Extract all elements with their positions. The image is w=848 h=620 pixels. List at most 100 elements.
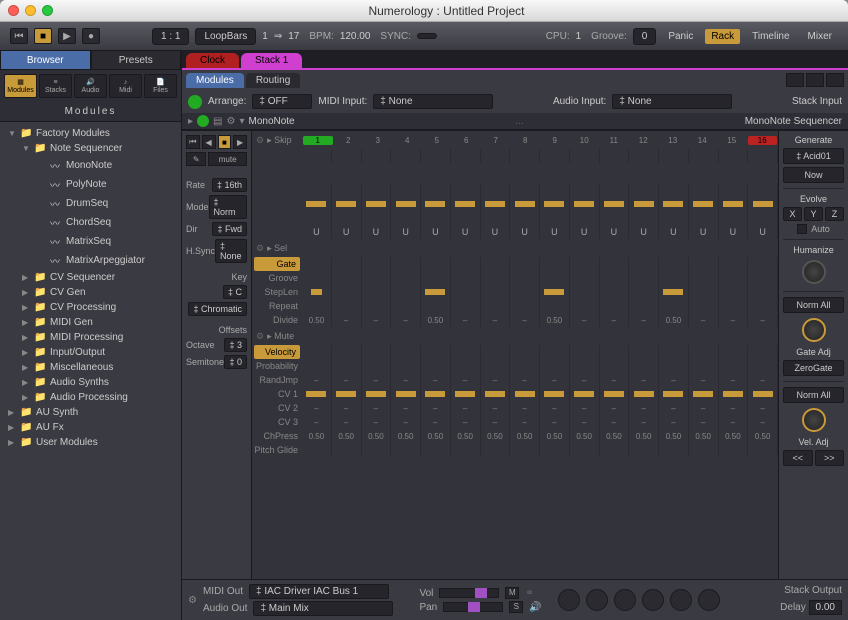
audio-out-select[interactable]: ‡ Main Mix <box>253 601 393 616</box>
sidebar-tab-browser[interactable]: Browser <box>0 50 91 70</box>
step-cell[interactable]: – <box>689 313 719 327</box>
step-cell[interactable]: – <box>659 373 689 387</box>
step-cell[interactable] <box>451 359 481 373</box>
step-cell[interactable]: 0.50 <box>302 313 332 327</box>
step-cell[interactable] <box>719 257 749 271</box>
step-cell[interactable]: – <box>362 415 392 429</box>
step-cell[interactable] <box>748 345 778 359</box>
loop-mode[interactable]: LoopBars <box>195 28 256 45</box>
step-cell[interactable] <box>332 271 362 285</box>
module-tree[interactable]: ▼📁Factory Modules▼📁Note Sequencer〰MonoNo… <box>0 122 181 620</box>
step-cell[interactable]: – <box>748 401 778 415</box>
step-cell[interactable] <box>629 211 659 225</box>
seq-prev-button[interactable]: ◀ <box>202 135 216 149</box>
step-cell[interactable] <box>540 443 570 457</box>
step-cell[interactable] <box>481 387 511 401</box>
step-number[interactable]: 13 <box>658 136 688 145</box>
step-cell[interactable]: – <box>302 373 332 387</box>
step-cell[interactable] <box>302 285 332 299</box>
tree-item[interactable]: 〰MatrixSeq <box>0 232 181 251</box>
step-cell[interactable] <box>600 271 630 285</box>
step-cell[interactable]: – <box>451 401 481 415</box>
step-cell[interactable] <box>302 443 332 457</box>
step-cell[interactable]: – <box>362 313 392 327</box>
module-gear-icon[interactable]: ⚙ <box>226 116 235 127</box>
step-number[interactable]: 7 <box>481 136 511 145</box>
step-cell[interactable] <box>540 285 570 299</box>
step-cell[interactable] <box>451 285 481 299</box>
step-cell[interactable] <box>451 271 481 285</box>
step-cell[interactable]: U <box>451 225 481 239</box>
module-preset-icon[interactable]: ▤ <box>213 116 222 127</box>
step-cell[interactable] <box>421 257 451 271</box>
step-cell[interactable] <box>719 345 749 359</box>
step-cell[interactable] <box>629 197 659 211</box>
step-cell[interactable]: – <box>719 313 749 327</box>
step-cell[interactable] <box>302 387 332 401</box>
step-cell[interactable] <box>302 345 332 359</box>
bpm-value[interactable]: 120.00 <box>340 31 371 42</box>
step-cell[interactable]: – <box>481 415 511 429</box>
step-cell[interactable]: U <box>510 225 540 239</box>
step-cell[interactable] <box>451 257 481 271</box>
step-cell[interactable] <box>570 271 600 285</box>
step-cell[interactable]: 0.50 <box>748 429 778 443</box>
evolve-z-button[interactable]: Z <box>825 207 844 221</box>
step-cell[interactable]: – <box>332 313 362 327</box>
step-cell[interactable] <box>540 197 570 211</box>
step-cell[interactable] <box>510 197 540 211</box>
step-cell[interactable]: – <box>391 401 421 415</box>
octave-field[interactable]: ‡ 3 <box>224 338 247 352</box>
step-cell[interactable] <box>659 257 689 271</box>
step-cell[interactable] <box>600 257 630 271</box>
step-cell[interactable] <box>481 183 511 197</box>
mute-button[interactable]: mute <box>208 152 247 166</box>
step-cell[interactable]: 0.50 <box>510 429 540 443</box>
step-cell[interactable]: U <box>481 225 511 239</box>
step-cell[interactable] <box>451 149 481 163</box>
step-cell[interactable]: – <box>540 401 570 415</box>
step-cell[interactable] <box>421 345 451 359</box>
step-cell[interactable]: U <box>391 225 421 239</box>
tree-item[interactable]: 〰MatrixArpeggiator <box>0 251 181 270</box>
tree-item[interactable]: ▼📁Note Sequencer <box>0 141 181 156</box>
step-cell[interactable]: 0.50 <box>421 313 451 327</box>
step-cell[interactable] <box>600 387 630 401</box>
step-cell[interactable] <box>629 359 659 373</box>
step-cell[interactable]: – <box>510 373 540 387</box>
step-cell[interactable] <box>332 183 362 197</box>
tree-item[interactable]: ▶📁AU Synth <box>0 405 181 420</box>
preset-select[interactable]: ‡ Acid01 <box>783 148 844 164</box>
step-cell[interactable] <box>629 299 659 313</box>
loop-from[interactable]: 1 <box>262 31 268 42</box>
send-knob-5[interactable] <box>670 589 692 611</box>
step-cell[interactable] <box>421 359 451 373</box>
step-cell[interactable]: U <box>600 225 630 239</box>
step-cell[interactable]: 0.50 <box>391 429 421 443</box>
step-cell[interactable] <box>421 197 451 211</box>
zerogate-button[interactable]: ZeroGate <box>783 360 844 376</box>
scale-select[interactable]: ‡ Chromatic <box>188 302 247 316</box>
delay-value[interactable]: 0.00 <box>809 600 842 615</box>
step-cell[interactable] <box>510 211 540 225</box>
step-cell[interactable]: – <box>332 415 362 429</box>
step-cell[interactable] <box>421 211 451 225</box>
step-cell[interactable] <box>719 299 749 313</box>
step-cell[interactable]: 0.50 <box>540 429 570 443</box>
step-cell[interactable] <box>332 257 362 271</box>
step-cell[interactable]: 0.50 <box>540 313 570 327</box>
step-cell[interactable] <box>451 211 481 225</box>
step-cell[interactable] <box>332 443 362 457</box>
step-cell[interactable] <box>362 345 392 359</box>
browser-filter-modules[interactable]: ▦Modules <box>4 74 37 98</box>
step-cell[interactable]: 0.50 <box>600 429 630 443</box>
tree-item[interactable]: ▶📁Audio Synths <box>0 375 181 390</box>
step-cell[interactable] <box>362 211 392 225</box>
step-cell[interactable] <box>540 387 570 401</box>
play-button[interactable]: ▶ <box>58 28 76 44</box>
step-cell[interactable]: 0.50 <box>570 429 600 443</box>
tree-item[interactable]: 〰ChordSeq <box>0 213 181 232</box>
tree-item[interactable]: 〰MonoNote <box>0 156 181 175</box>
step-cell[interactable] <box>421 443 451 457</box>
groove-value[interactable]: 0 <box>633 28 657 45</box>
